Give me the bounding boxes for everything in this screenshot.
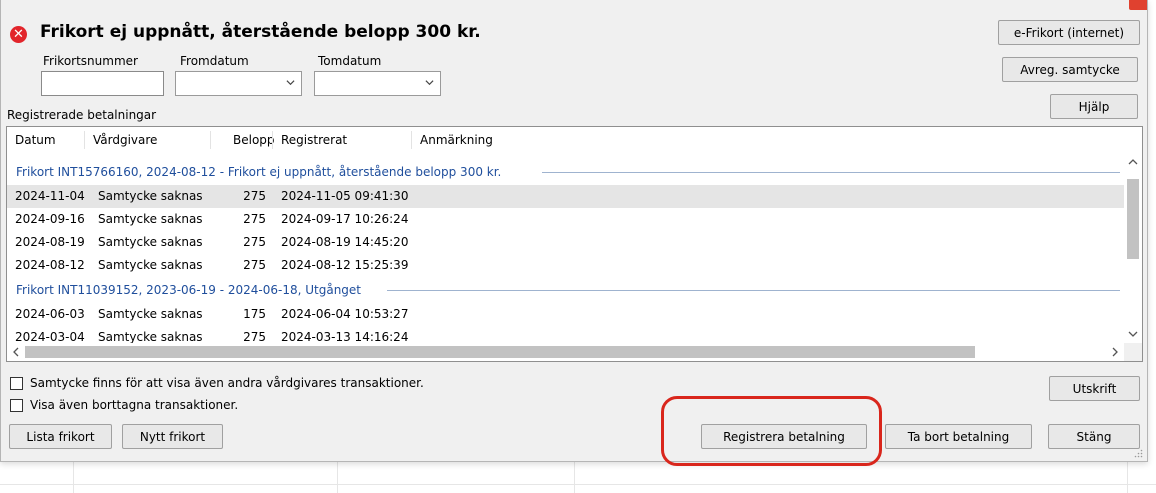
list-header: Datum Vårdgivare Belopp Registrerat Anmä…	[7, 127, 1142, 153]
cell-date: 2024-08-12	[15, 258, 85, 272]
chevron-right-icon[interactable]	[1110, 347, 1120, 357]
list-cards-button[interactable]: Lista frikort	[9, 424, 112, 449]
consent-checkbox[interactable]: Samtycke finns för att visa även andra v…	[10, 376, 424, 390]
cell-registered: 2024-11-05 09:41:30	[281, 189, 409, 203]
cell-provider: Samtycke saknas	[98, 330, 203, 344]
background-spreadsheet	[0, 462, 1156, 493]
group-header[interactable]: Frikort INT11039152, 2023-06-19 - 2024-0…	[7, 279, 1124, 301]
checkbox-box[interactable]	[10, 376, 23, 390]
cell-amount: 175	[243, 307, 266, 321]
table-row[interactable]: 2024-09-16 Samtycke saknas 275 2024-09-1…	[7, 208, 1124, 231]
chevron-down-icon	[425, 80, 434, 86]
from-date-combo[interactable]	[175, 71, 302, 96]
chevron-left-icon[interactable]	[11, 347, 21, 357]
scrollbar-corner	[1124, 343, 1142, 361]
table-row[interactable]: 2024-06-03 Samtycke saknas 175 2024-06-0…	[7, 303, 1124, 326]
chevron-down-icon	[286, 80, 295, 86]
group-title: Frikort INT11039152, 2023-06-19 - 2024-0…	[16, 283, 367, 297]
window-close-icon[interactable]	[1129, 0, 1147, 10]
close-button[interactable]: Stäng	[1048, 424, 1140, 449]
remove-payment-button[interactable]: Ta bort betalning	[885, 424, 1032, 449]
cell-date: 2024-08-19	[15, 235, 85, 249]
group-header[interactable]: Frikort INT15766160, 2024-08-12 - Frikor…	[7, 161, 1124, 183]
chevron-up-icon[interactable]	[1128, 157, 1138, 167]
highlight-annotation	[661, 396, 882, 466]
horizontal-scrollbar[interactable]	[7, 343, 1124, 361]
cell-registered: 2024-09-17 10:26:24	[281, 212, 409, 226]
frikort-dialog: ✕ Frikort ej uppnått, återstående belopp…	[0, 0, 1148, 462]
consent-checkbox-label: Samtycke finns för att visa även andra v…	[30, 376, 424, 390]
cell-registered: 2024-06-04 10:53:27	[281, 307, 409, 321]
cell-date: 2024-06-03	[15, 307, 85, 321]
cell-provider: Samtycke saknas	[98, 307, 203, 321]
table-row[interactable]: 2024-11-04 Samtycke saknas 275 2024-11-0…	[7, 185, 1124, 208]
payments-label: Registrerade betalningar	[7, 108, 157, 122]
cell-provider: Samtycke saknas	[98, 235, 203, 249]
efrikort-button[interactable]: e-Frikort (internet)	[998, 20, 1140, 45]
checkbox-box[interactable]	[10, 398, 23, 412]
column-header-registered[interactable]: Registrerat	[273, 127, 347, 153]
to-date-label: Tomdatum	[318, 54, 382, 68]
horizontal-scroll-thumb[interactable]	[25, 346, 975, 358]
show-removed-checkbox-label: Visa även borttagna transaktioner.	[30, 398, 239, 412]
help-button[interactable]: Hjälp	[1050, 94, 1138, 119]
error-x-icon: ✕	[10, 26, 27, 43]
vertical-scroll-thumb[interactable]	[1127, 179, 1139, 259]
column-header-provider[interactable]: Vårdgivare	[85, 127, 157, 153]
from-date-label: Fromdatum	[180, 54, 249, 68]
payments-list[interactable]: Datum Vårdgivare Belopp Registrerat Anmä…	[6, 126, 1143, 362]
cell-amount: 275	[243, 212, 266, 226]
cell-registered: 2024-08-19 14:45:20	[281, 235, 409, 249]
resize-grip-icon[interactable]	[1134, 449, 1143, 458]
cell-date: 2024-09-16	[15, 212, 85, 226]
table-row[interactable]: 2024-08-19 Samtycke saknas 275 2024-08-1…	[7, 231, 1124, 254]
vertical-scrollbar[interactable]	[1124, 153, 1142, 343]
cell-amount: 275	[243, 330, 266, 344]
cell-provider: Samtycke saknas	[98, 258, 203, 272]
cell-amount: 275	[243, 258, 266, 272]
revoke-consent-button[interactable]: Avreg. samtycke	[1002, 57, 1138, 82]
chevron-down-icon[interactable]	[1128, 329, 1138, 339]
to-date-combo[interactable]	[314, 71, 441, 96]
show-removed-checkbox[interactable]: Visa även borttagna transaktioner.	[10, 398, 238, 412]
cell-amount: 275	[243, 189, 266, 203]
cell-amount: 275	[243, 235, 266, 249]
cell-registered: 2024-08-12 15:25:39	[281, 258, 409, 272]
cell-provider: Samtycke saknas	[98, 212, 203, 226]
column-header-note[interactable]: Anmärkning	[412, 127, 493, 153]
status-message: Frikort ej uppnått, återstående belopp 3…	[40, 22, 481, 42]
print-button[interactable]: Utskrift	[1049, 376, 1140, 401]
table-row[interactable]: 2024-08-12 Samtycke saknas 275 2024-08-1…	[7, 254, 1124, 277]
cell-date: 2024-03-04	[15, 330, 85, 344]
new-card-button[interactable]: Nytt frikort	[122, 424, 223, 449]
column-header-date[interactable]: Datum	[7, 127, 56, 153]
column-header-amount[interactable]: Belopp	[225, 127, 275, 153]
cell-registered: 2024-03-13 14:16:24	[281, 330, 409, 344]
card-number-label: Frikortsnummer	[43, 54, 138, 68]
card-number-input[interactable]	[41, 71, 164, 96]
group-title: Frikort INT15766160, 2024-08-12 - Frikor…	[16, 165, 508, 179]
cell-date: 2024-11-04	[15, 189, 85, 203]
cell-provider: Samtycke saknas	[98, 189, 203, 203]
